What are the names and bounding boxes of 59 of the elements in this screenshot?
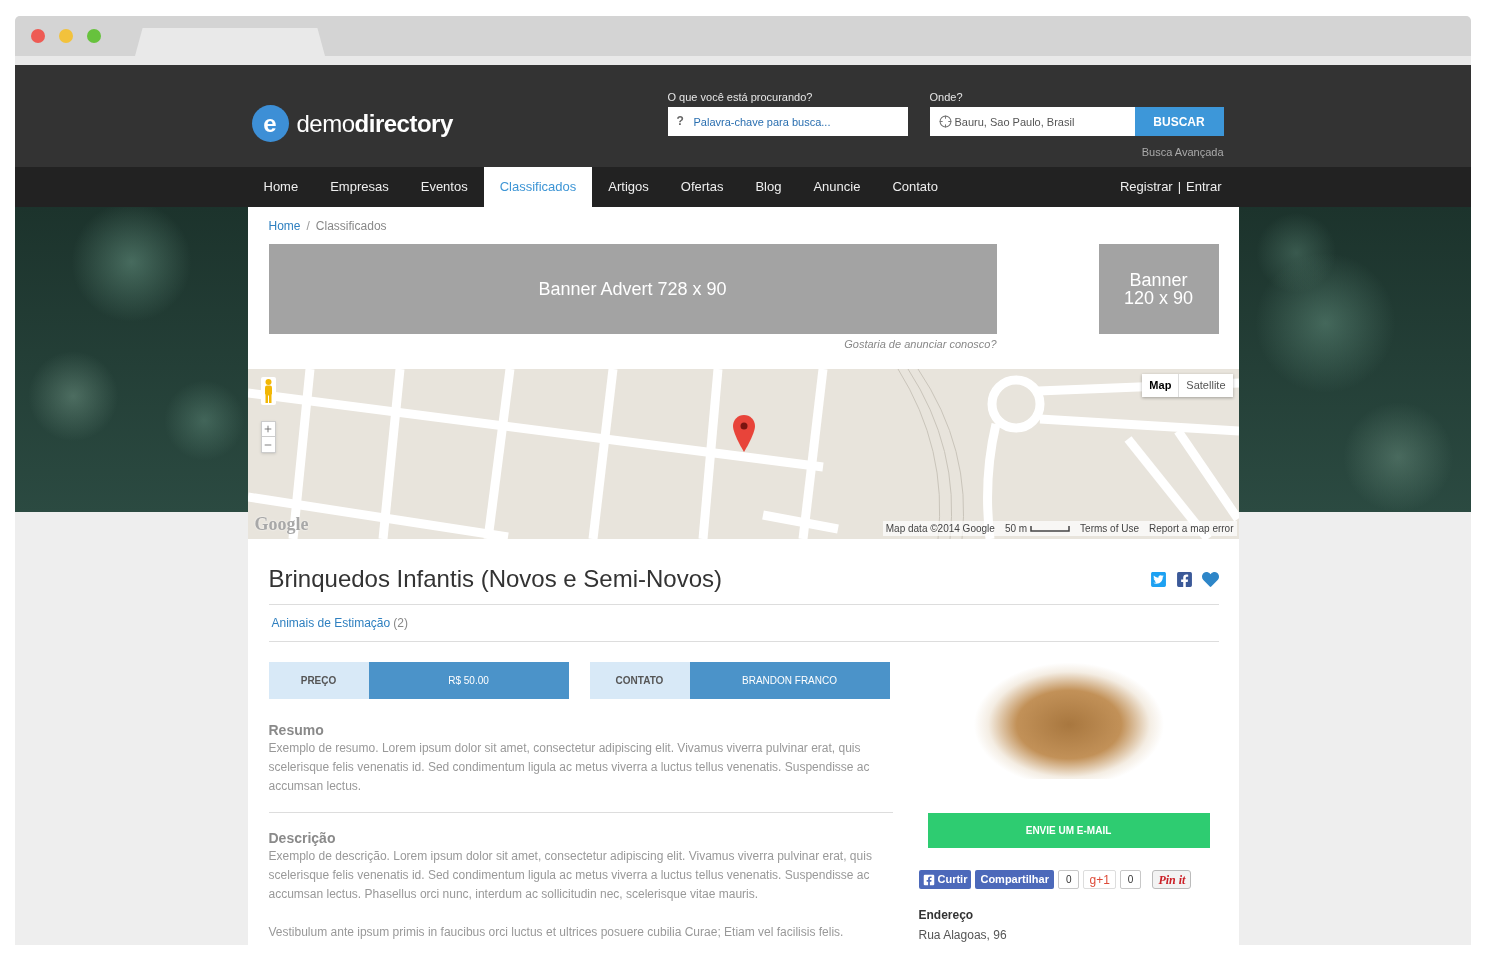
nav-tab[interactable]: Home — [247, 167, 315, 207]
advanced-search-link[interactable]: Busca Avançada — [1141, 146, 1224, 159]
map-type-button[interactable]: Satellite — [1179, 374, 1233, 397]
heart-icon[interactable] — [1201, 570, 1219, 588]
account-link[interactable]: Registrar — [1119, 177, 1173, 197]
share-count: 0 — [1119, 870, 1142, 889]
fact-label: PREÇO — [268, 662, 369, 699]
nav-tab[interactable]: Eventos — [404, 167, 484, 207]
section-paragraph: Exemplo de descrição. Lorem ipsum dolor sit amet, consectetur adipiscing elit. Vivamus viverra pulvinar erat, quis scelerisque felis venenatis id. Sed condimentum ligula ac metus viverra a luctus tellus venenatis. Suspendisse ac accumsan lectus. Phasellus orci nunc, interdum ac sollicitudin nec, scelerisque vitae mauris. — [268, 848, 873, 903]
category-count: (2) — [393, 615, 408, 631]
search-label: O que você está procurando? — [667, 90, 814, 104]
google-plus-button[interactable]: g+1 — [1083, 870, 1116, 889]
section-paragraph: Exemplo de resumo. Lorem ipsum dolor sit amet, consectetur adipiscing elit. Vivamus viverra pulvinar erat, quis scelerisque felis venenatis id. Sed condimentum ligula ac metus viverra a luctus tellus venenatis. Suspendisse ac accumsan lectus. — [268, 740, 871, 795]
breadcrumb-separator: / — [306, 219, 310, 233]
account-link[interactable]: Entrar — [1186, 177, 1222, 197]
plus-icon — [263, 424, 273, 434]
facebook-icon — [922, 873, 935, 886]
share-count: 0 — [1057, 870, 1080, 889]
fact-label: CONTATO — [589, 662, 690, 699]
advertise-link[interactable]: Gostaria de anunciar conosco? — [844, 337, 997, 351]
nav-tab[interactable]: Anuncie — [797, 167, 877, 207]
location-field[interactable]: Bauru, Sao Paulo, Brasil — [929, 107, 1135, 136]
scale-bar-icon — [1030, 525, 1071, 532]
map-link[interactable]: Terms of Use — [1080, 521, 1139, 536]
window-control-icon[interactable] — [87, 29, 101, 43]
section-paragraph: Vestibulum ante ipsum primis in faucibus orci luctus et ultrices posuere cubilia Curae; Etiam vel facilisis felis. — [268, 924, 845, 941]
breadcrumb-link[interactable]: Home — [268, 219, 301, 233]
logo-text[interactable]: demodirectory — [296, 105, 453, 142]
address-value: Rua Alagoas, 96 — [918, 927, 1008, 943]
category-link[interactable]: Animais de Estimação — [271, 615, 391, 631]
nav-tab[interactable]: Blog — [739, 167, 798, 207]
crosshair-icon — [938, 115, 952, 128]
window-control-icon[interactable] — [31, 29, 45, 43]
scale-label: 50 m — [1004, 522, 1028, 536]
fact-value: BRANDON FRANCO — [689, 662, 890, 699]
nav-tab[interactable]: Contato — [876, 167, 954, 207]
facebook-icon[interactable] — [1175, 570, 1193, 588]
like-label: Curtir — [937, 872, 968, 888]
breadcrumb-current: Classificados — [315, 219, 387, 233]
address-label: Endereço — [918, 907, 975, 923]
nav-tab[interactable]: Empresas — [314, 167, 405, 207]
location-label: Onde? — [929, 90, 964, 104]
map-link[interactable]: Report a map error — [1149, 521, 1234, 536]
twitter-icon[interactable] — [1149, 570, 1167, 588]
nav-tab[interactable]: Artigos — [592, 167, 665, 207]
fact-value: R$ 50.00 — [368, 662, 569, 699]
window-control-icon[interactable] — [59, 29, 73, 43]
map-data-text: Map data ©2014 Google — [885, 522, 995, 536]
section-heading: Resumo — [268, 721, 325, 739]
link-separator: | — [1177, 178, 1182, 197]
question-mark-icon: ? — [676, 114, 684, 128]
pin-it-button[interactable]: Pin it — [1152, 870, 1192, 889]
facebook-like-button[interactable]: Curtir — [918, 870, 972, 889]
map-pin-icon[interactable] — [732, 415, 755, 452]
nav-tab[interactable]: Ofertas — [664, 167, 740, 207]
listing-title: Brinquedos Infantis (Novos e Semi-Novos) — [268, 564, 723, 594]
facebook-share-button[interactable]: Compartilhar — [975, 870, 1054, 889]
map-type-button[interactable]: Map — [1142, 374, 1180, 397]
section-heading: Descrição — [268, 829, 337, 847]
